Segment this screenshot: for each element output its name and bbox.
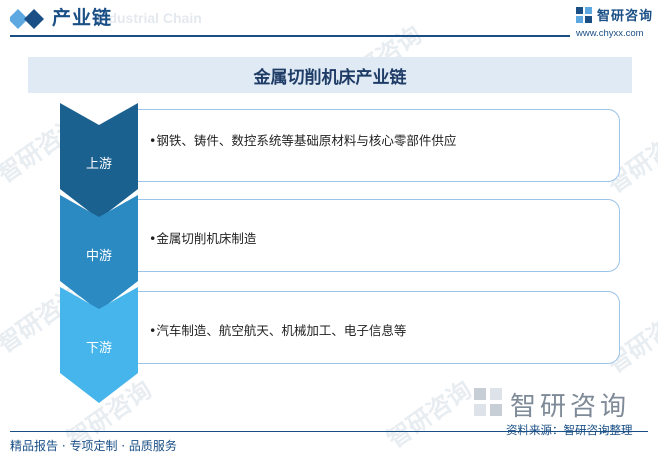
stage-label-midstream: 中游 <box>85 249 112 264</box>
chevron-downstream: 下游 <box>60 287 138 403</box>
footer-logo-text: 智研咨询 <box>510 392 631 422</box>
header-logo-text: 智研咨询 <box>597 9 654 24</box>
footer-logo-icon <box>474 388 502 416</box>
stage-label-downstream: 下游 <box>85 341 112 356</box>
stage-label-upstream: 上游 <box>85 157 112 172</box>
stage-text-downstream: •汽车制造、航空航天、机械加工、电子信息等 <box>149 323 407 338</box>
header-diamond-icon <box>10 9 44 29</box>
stage-box-midstream: •金属切削机床制造 <box>136 199 620 272</box>
diagram-title-bar: 金属切削机床产业链 <box>28 57 632 93</box>
stage-text-upstream: •钢铁、铸件、数控系统等基础原材料与核心零部件供应 <box>149 133 457 148</box>
header-url: www.chyxx.com <box>576 28 644 39</box>
page-title: 产业链 <box>52 7 113 29</box>
stage-box-upstream: •钢铁、铸件、数控系统等基础原材料与核心零部件供应 <box>136 109 620 182</box>
stage-text-midstream: •金属切削机床制造 <box>149 231 257 246</box>
footer-tagline: 精品报告 · 专项定制 · 品质服务 <box>10 439 177 453</box>
logo-icon <box>576 7 592 23</box>
header-divider <box>10 35 570 37</box>
footer-source: 资料来源：智研咨询整理 <box>506 423 633 437</box>
watermark-text: 智研咨询 <box>382 375 477 454</box>
stage-box-downstream: •汽车制造、航空航天、机械加工、电子信息等 <box>136 291 620 364</box>
diagram-title: 金属切削机床产业链 <box>253 67 407 88</box>
